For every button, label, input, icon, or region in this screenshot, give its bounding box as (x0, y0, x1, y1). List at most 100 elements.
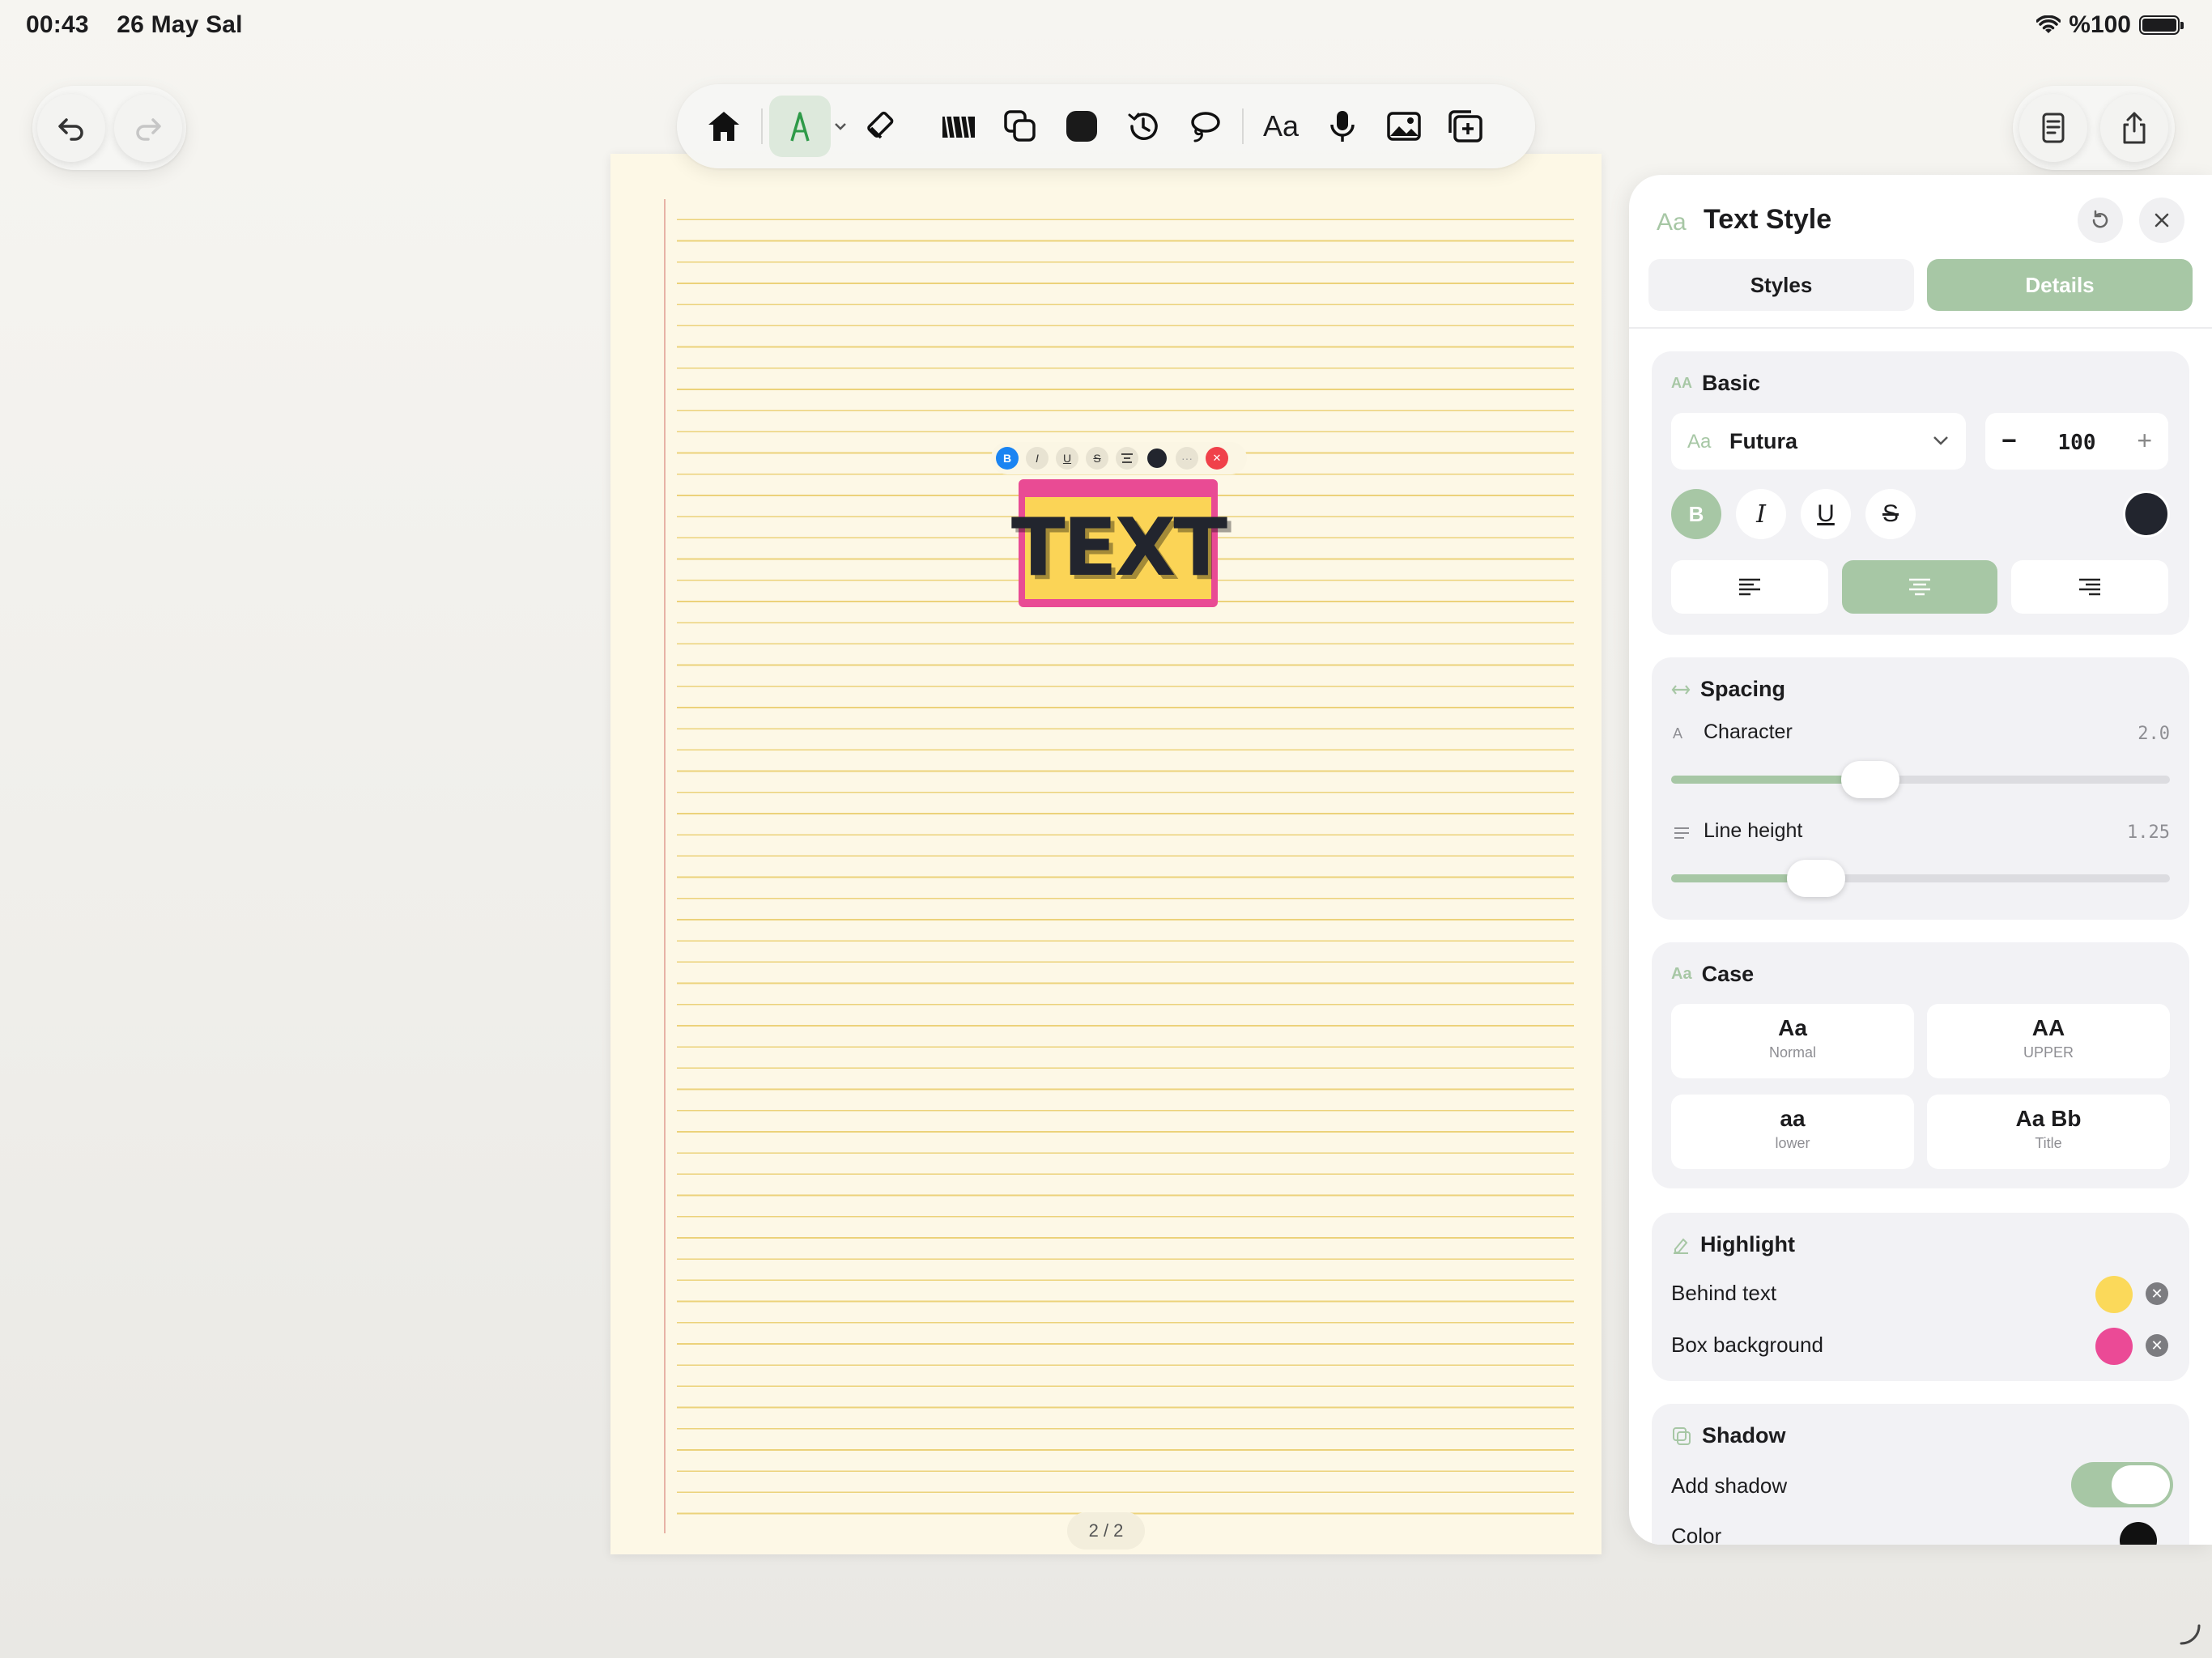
case-lower-label: lower (1775, 1135, 1810, 1151)
font-select[interactable]: Aa Futura (1671, 413, 1966, 470)
pen-options-dropdown[interactable] (831, 121, 850, 131)
notebook-page[interactable] (610, 154, 1602, 1554)
header-divider (1629, 327, 2212, 329)
case-normal-button[interactable]: Aa Normal (1671, 1004, 1914, 1078)
pen-tool-button[interactable] (769, 96, 831, 157)
basic-label: Basic (1702, 371, 1761, 395)
battery-icon (2139, 15, 2184, 35)
text-highlight: TEXT (1011, 497, 1227, 599)
shadow-color-swatch[interactable] (2120, 1522, 2157, 1545)
home-icon (708, 112, 739, 141)
color-button[interactable] (1051, 96, 1112, 157)
color-dot-icon (1147, 449, 1167, 468)
behind-text-label: Behind text (1671, 1281, 1777, 1305)
format-color-button[interactable] (1146, 447, 1168, 470)
add-page-button[interactable] (1435, 96, 1496, 157)
lasso-icon (1191, 112, 1220, 142)
italic-button[interactable]: I (1736, 489, 1786, 539)
document-button[interactable] (2019, 94, 2087, 162)
character-value: 2.0 (2138, 724, 2170, 744)
case-title: Aa Case (1671, 962, 1754, 987)
line-height-slider[interactable] (1671, 860, 2170, 897)
ruled-lines (677, 199, 1574, 1533)
tab-details[interactable]: Details (1927, 259, 2193, 311)
format-underline-button[interactable]: U (1056, 447, 1078, 470)
text-color-button[interactable] (2123, 491, 2170, 538)
shapes-button[interactable] (989, 96, 1051, 157)
underline-button[interactable]: U (1801, 489, 1851, 539)
microphone-button[interactable] (1312, 96, 1373, 157)
case-lower-button[interactable]: aa lower (1671, 1095, 1914, 1169)
box-background-color-swatch[interactable] (2095, 1328, 2133, 1365)
text-tool-button[interactable]: Aa (1250, 96, 1312, 157)
strikethrough-button[interactable]: S (1865, 489, 1916, 539)
format-strike-button[interactable]: S (1086, 447, 1108, 470)
close-panel-button[interactable] (2139, 198, 2184, 243)
font-size-stepper[interactable]: − 100 + (1985, 413, 2168, 470)
resize-handle-icon[interactable] (2178, 1622, 2202, 1647)
format-more-button[interactable]: ··· (1176, 447, 1198, 470)
text-icon: Aa (1262, 109, 1300, 142)
lasso-button[interactable] (1174, 96, 1236, 157)
font-icon: Aa (1687, 431, 1712, 453)
eraser-button[interactable] (850, 96, 912, 157)
redo-button[interactable] (113, 94, 182, 162)
clear-box-background-button[interactable]: ✕ (2146, 1334, 2168, 1357)
tab-styles[interactable]: Styles (1648, 259, 1914, 311)
size-increase-button[interactable]: + (2137, 426, 2152, 456)
text-box[interactable]: TEXT (1011, 479, 1227, 607)
bold-button[interactable]: B (1671, 489, 1721, 539)
toolbar-divider (1242, 108, 1244, 144)
align-right-icon (2079, 578, 2100, 596)
align-center-button[interactable] (1842, 560, 1997, 614)
image-button[interactable] (1373, 96, 1435, 157)
undo-button[interactable] (36, 94, 105, 162)
line-height-value: 1.25 (2127, 823, 2170, 843)
highlighter-icon (1674, 1238, 1688, 1254)
shadow-color-label: Color (1671, 1524, 1722, 1545)
shadow-label: Shadow (1702, 1423, 1786, 1448)
highlighter-button[interactable] (928, 96, 989, 157)
clear-behind-text-button[interactable]: ✕ (2146, 1282, 2168, 1305)
character-slider-thumb[interactable] (1841, 761, 1900, 798)
status-bar-left: 00:43 26 May Sal (26, 11, 264, 39)
align-left-button[interactable] (1671, 560, 1828, 614)
format-align-button[interactable] (1116, 447, 1138, 470)
margin-line (664, 199, 666, 1533)
align-right-button[interactable] (2011, 560, 2168, 614)
highlight-section: Highlight Behind text ✕ Box background ✕ (1652, 1213, 2189, 1381)
reset-button[interactable] (2078, 198, 2123, 243)
tab-styles-label: Styles (1750, 272, 1813, 297)
format-bold-button[interactable]: B (996, 447, 1019, 470)
format-close-button[interactable]: ✕ (1206, 447, 1228, 470)
case-title-label: Title (2035, 1135, 2062, 1151)
text-style-icon: Aa (1657, 209, 1687, 236)
close-icon (2155, 213, 2169, 227)
share-button[interactable] (2100, 94, 2168, 162)
format-italic-button[interactable]: I (1026, 447, 1049, 470)
pen-icon (790, 112, 810, 142)
history-button[interactable] (1112, 96, 1174, 157)
text-box-content[interactable]: TEXT (1011, 508, 1227, 588)
wifi-icon (2036, 15, 2061, 33)
case-title-button[interactable]: Aa Bb Title (1927, 1095, 2170, 1169)
shadow-icon (1673, 1426, 1691, 1445)
home-button[interactable] (693, 96, 755, 157)
status-bar-right: %100 (2036, 11, 2184, 39)
case-upper-button[interactable]: AA UPPER (1927, 1004, 2170, 1078)
shadow-title: Shadow (1671, 1423, 1786, 1448)
case-icon: Aa (1671, 965, 1692, 983)
eraser-icon (867, 111, 894, 139)
character-slider[interactable] (1671, 761, 2170, 798)
add-shadow-toggle[interactable] (2071, 1462, 2173, 1507)
main-toolbar: Aa (677, 84, 1535, 168)
line-height-slider-thumb[interactable] (1786, 860, 1845, 897)
case-section: Aa Case Aa Normal AA UPPER aa lower Aa B… (1652, 942, 2189, 1188)
case-upper-sample: AA (2031, 1015, 2065, 1040)
microphone-icon (1330, 111, 1355, 142)
behind-text-color-swatch[interactable] (2095, 1276, 2133, 1313)
highlight-label: Highlight (1700, 1232, 1795, 1256)
redo-icon (135, 118, 161, 141)
status-date: 26 May Sal (117, 11, 243, 38)
text-format-bar: B I U S ··· ✕ (991, 442, 1247, 474)
